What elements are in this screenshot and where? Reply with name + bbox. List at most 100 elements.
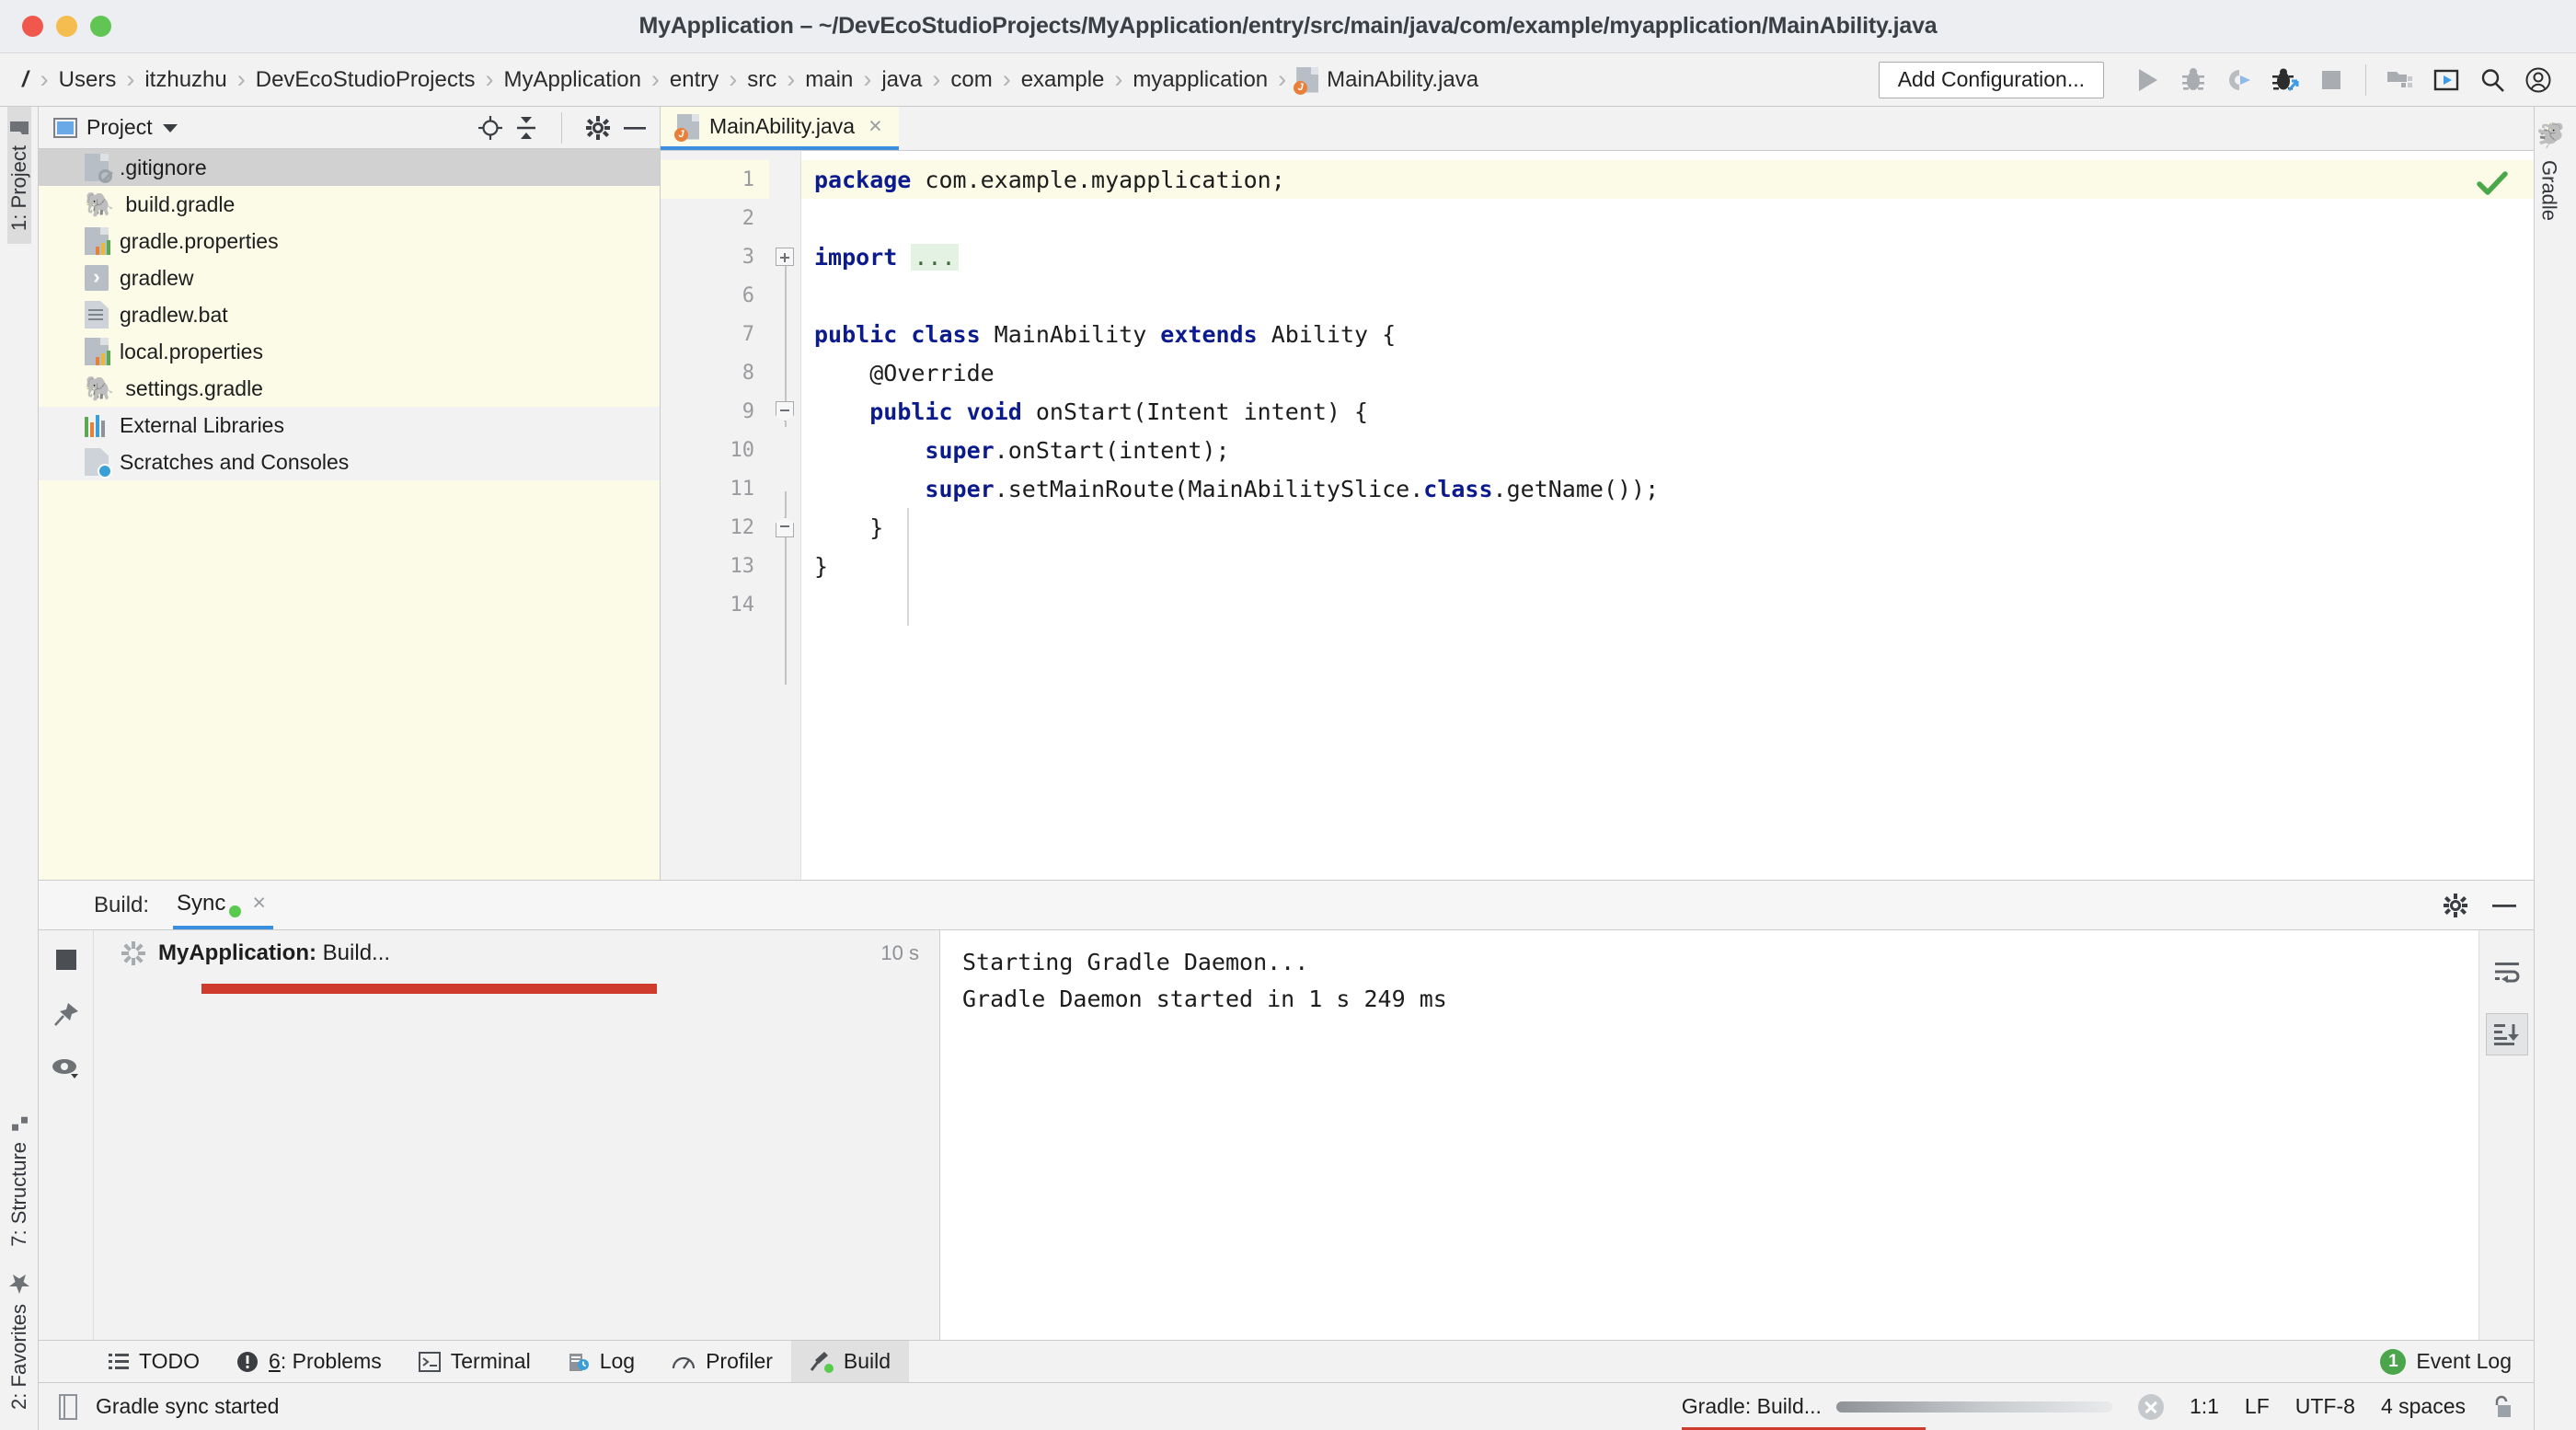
breadcrumb-item-myapplication-pkg[interactable]: myapplication	[1131, 67, 1270, 93]
breadcrumb-separator: ›	[40, 65, 49, 93]
structure-label: 7: Structure	[6, 1142, 30, 1248]
tree-item-gitignore[interactable]: .gitignore	[39, 149, 660, 186]
line-separator[interactable]: LF	[2245, 1394, 2270, 1419]
tree-item-label: settings.gradle	[125, 375, 263, 400]
scroll-to-end-icon[interactable]	[2485, 1013, 2528, 1055]
code-line-9: public void onStart(Intent intent) {	[869, 398, 1369, 425]
breadcrumb-item-myapplication[interactable]: MyApplication	[502, 67, 643, 93]
search-icon[interactable]	[2469, 57, 2515, 103]
build-task-time: 10 s	[880, 941, 919, 964]
editor-tab-label: MainAbility.java	[709, 114, 856, 138]
tree-item-scratches[interactable]: Scratches and Consoles	[39, 444, 660, 480]
problems-icon	[236, 1351, 259, 1373]
breadcrumb-item-itzhuzhu[interactable]: itzhuzhu	[143, 67, 228, 93]
tree-item-gradle-properties[interactable]: gradle.properties	[39, 223, 660, 259]
hide-icon[interactable]	[623, 123, 647, 133]
breadcrumb-root[interactable]: /	[20, 67, 32, 93]
build-console[interactable]: Starting Gradle Daemon... Gradle Daemon …	[940, 930, 2478, 1340]
fold-collapse-end-icon[interactable]	[776, 517, 794, 537]
import-fold-placeholder[interactable]: ...	[911, 243, 959, 271]
unlocked-icon[interactable]	[2491, 1394, 2513, 1420]
gradle-progress[interactable]: Gradle: Build...	[1681, 1394, 2112, 1430]
debug-icon[interactable]	[2170, 57, 2216, 103]
soft-wrap-icon[interactable]	[2486, 951, 2528, 993]
device-manager-icon[interactable]	[2377, 57, 2423, 103]
tab-log[interactable]: Log	[549, 1341, 653, 1382]
tab-mainability-java[interactable]: MainAbility.java ×	[661, 107, 899, 150]
eye-icon[interactable]	[52, 1055, 81, 1079]
breadcrumb-separator: ›	[126, 65, 135, 93]
breadcrumb-item-src[interactable]: src	[745, 67, 778, 93]
event-log-button[interactable]: 1 Event Log	[2380, 1341, 2534, 1382]
file-encoding[interactable]: UTF-8	[2295, 1394, 2355, 1419]
close-icon[interactable]: ×	[252, 892, 266, 915]
build-panel-label: Build:	[94, 892, 150, 917]
code-text[interactable]: package com.example.myapplication; impor…	[801, 151, 2534, 880]
cancel-icon[interactable]	[2137, 1393, 2164, 1420]
run-coverage-icon[interactable]	[2216, 57, 2262, 103]
fold-collapse-icon[interactable]	[776, 401, 794, 421]
stop-icon[interactable]	[53, 947, 79, 973]
breadcrumb-item-users[interactable]: Users	[57, 67, 119, 93]
avd-manager-icon[interactable]	[2423, 57, 2469, 103]
sidebar-item-structure[interactable]: 7: Structure	[7, 1101, 31, 1260]
center-column: Project .gitignore 🐘 build.gradle gradle…	[39, 107, 2534, 1430]
sidebar-item-project[interactable]: 1: Project	[6, 107, 31, 244]
breadcrumb-item-deveco[interactable]: DevEcoStudioProjects	[254, 67, 477, 93]
locate-icon[interactable]	[478, 115, 502, 140]
code-editor[interactable]: 1 2 3 6 7 8 9 10 11 12 13 14 package com…	[661, 151, 2534, 880]
close-icon[interactable]: ×	[868, 115, 882, 138]
collapse-all-icon[interactable]	[515, 116, 537, 140]
indent-setting[interactable]: 4 spaces	[2381, 1394, 2466, 1419]
sidebar-item-gradle[interactable]: 🐘 Gradle	[2535, 107, 2564, 234]
tab-todo[interactable]: TODO	[90, 1341, 218, 1382]
tab-build[interactable]: Build	[790, 1341, 910, 1382]
build-tree-row[interactable]: MyApplication: Build... 10 s	[94, 930, 939, 976]
stop-icon[interactable]	[2308, 57, 2354, 103]
code-line-13: }	[814, 552, 829, 580]
tree-item-label: Scratches and Consoles	[120, 449, 350, 474]
tab-sync[interactable]: Sync ×	[173, 881, 274, 929]
line-number: 13	[730, 554, 755, 578]
breadcrumb-item-example[interactable]: example	[1019, 67, 1107, 93]
tree-item-gradlew[interactable]: gradlew	[39, 259, 660, 296]
build-panel-body: MyApplication: Build... 10 s Starting Gr…	[39, 930, 2534, 1340]
breadcrumb-item-com[interactable]: com	[949, 67, 994, 93]
check-icon[interactable]	[2477, 171, 2508, 197]
tab-profiler[interactable]: Profiler	[653, 1341, 791, 1382]
breadcrumb-separator: ›	[787, 65, 796, 93]
zoom-button[interactable]	[90, 16, 111, 37]
tree-item-gradlew-bat[interactable]: gradlew.bat	[39, 296, 660, 333]
close-button[interactable]	[22, 16, 43, 37]
tree-item-label: gradle.properties	[120, 228, 279, 253]
breadcrumb-item-entry[interactable]: entry	[668, 67, 720, 93]
sidebar-item-favorites[interactable]: 2: Favorites	[7, 1260, 31, 1423]
profile-icon[interactable]	[2262, 57, 2308, 103]
tree-item-local-properties[interactable]: local.properties	[39, 333, 660, 370]
settings-gear-icon[interactable]	[586, 115, 610, 140]
status-message-area[interactable]: Gradle sync started	[59, 1393, 279, 1420]
fold-expand-icon[interactable]	[776, 248, 794, 266]
code-line-11: super .setMainRoute(MainAbilitySlice. clas…	[925, 475, 1660, 502]
add-configuration-button[interactable]: Add Configuration...	[1878, 61, 2104, 98]
tree-item-external-libraries[interactable]: External Libraries	[39, 407, 660, 444]
run-icon[interactable]	[2124, 57, 2170, 103]
chevron-down-icon[interactable]	[162, 122, 178, 133]
caret-position[interactable]: 1:1	[2190, 1394, 2219, 1419]
pin-icon[interactable]	[52, 1000, 80, 1028]
right-tool-stripe: 🐘 Gradle	[2534, 107, 2576, 1430]
breadcrumb-item-file[interactable]: MainAbility.java	[1294, 66, 1480, 95]
breadcrumb-item-main[interactable]: main	[803, 67, 855, 93]
minimize-button[interactable]	[56, 16, 77, 37]
tab-terminal[interactable]: Terminal	[400, 1341, 549, 1382]
hide-icon[interactable]	[2491, 901, 2517, 910]
tree-item-build-gradle[interactable]: 🐘 build.gradle	[39, 186, 660, 223]
log-icon	[568, 1351, 590, 1373]
breadcrumb-separator: ›	[729, 65, 738, 93]
tree-item-settings-gradle[interactable]: 🐘 settings.gradle	[39, 370, 660, 407]
settings-gear-icon[interactable]	[2444, 893, 2467, 917]
tab-problems[interactable]: 6: Problems	[218, 1341, 400, 1382]
favorites-label: 2: Favorites	[6, 1304, 30, 1410]
breadcrumb-item-java[interactable]: java	[880, 67, 924, 93]
account-icon[interactable]	[2515, 57, 2561, 103]
